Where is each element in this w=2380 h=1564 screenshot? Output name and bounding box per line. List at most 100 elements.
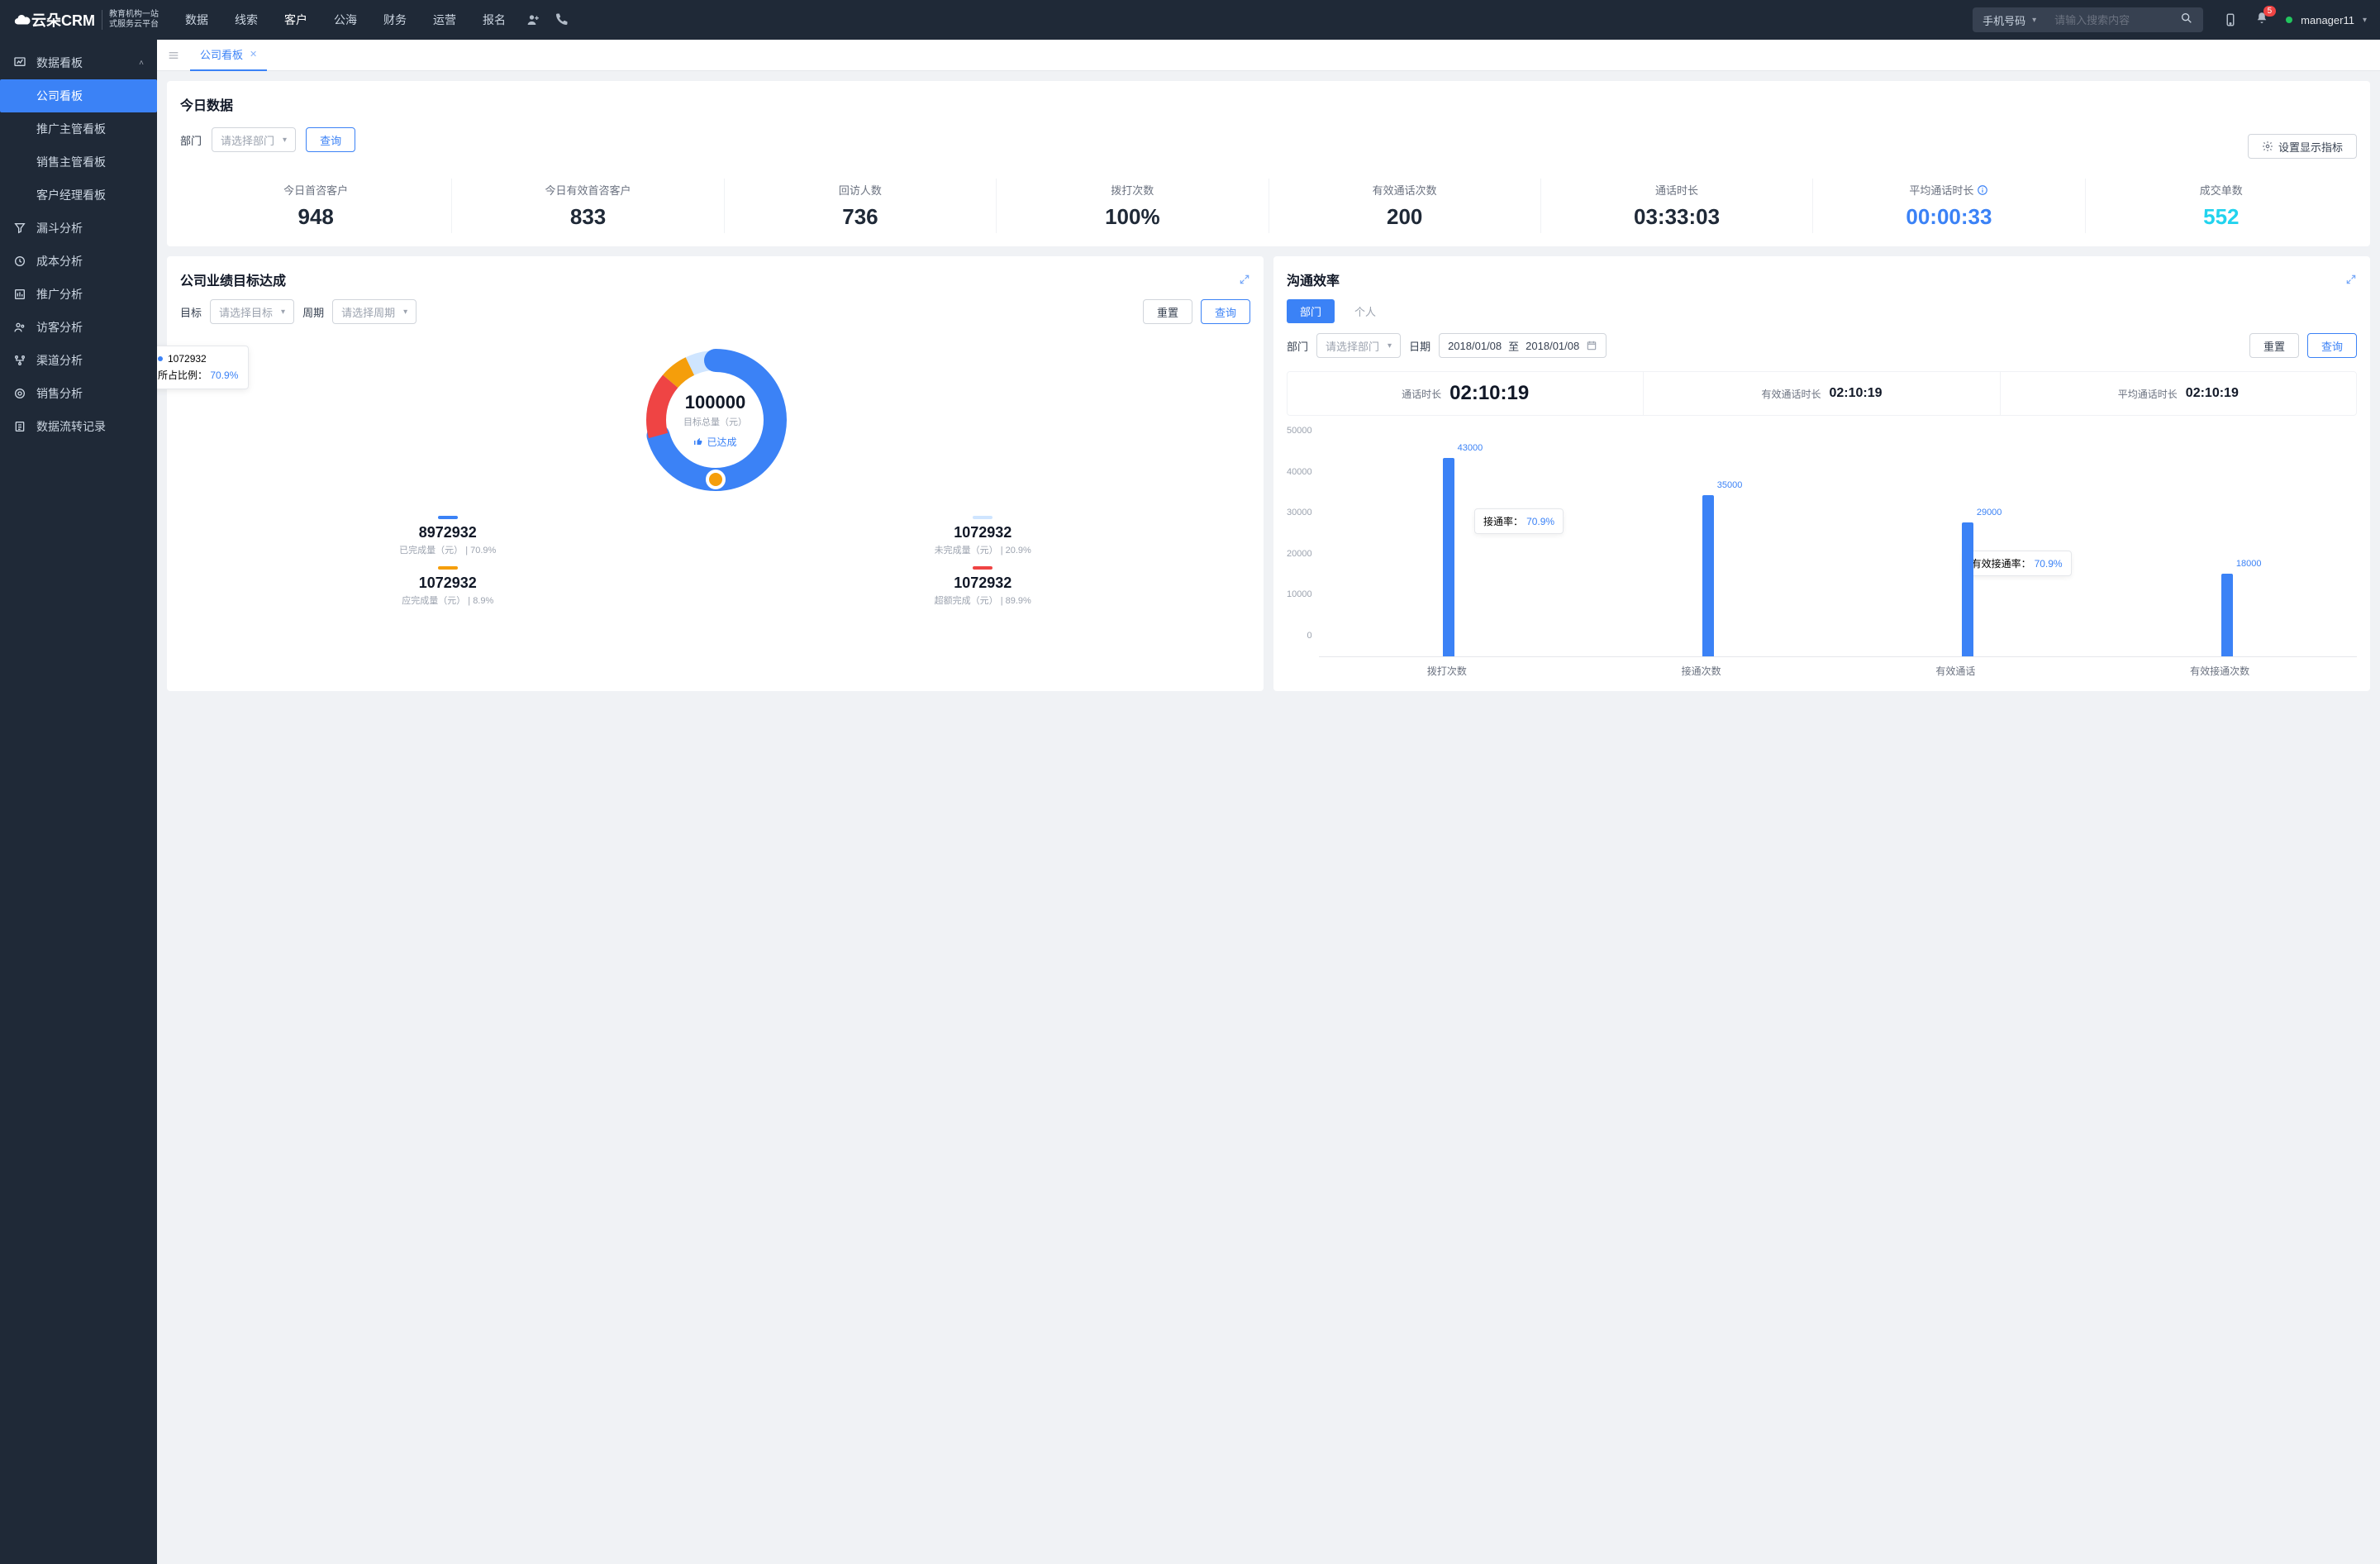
bar-group: 18000 [2221, 426, 2233, 656]
date-label: 日期 [1409, 338, 1430, 354]
legend-swatch [438, 566, 458, 570]
metric-value: 833 [452, 204, 723, 230]
notification-bell[interactable]: 5 [2254, 11, 2269, 30]
target-icon [13, 387, 26, 400]
legend-item: 1072932 应完成量（元） | 8.9% [197, 566, 699, 607]
bar-value-label: 43000 [1458, 443, 1483, 453]
bar-chart: 50000400003000020000100000 接通率：70.9% 有效接… [1287, 426, 2357, 657]
legend-swatch [973, 516, 992, 519]
logo-subtitle: 教育机构一站 式服务云平台 [102, 10, 159, 30]
bar-value-label: 29000 [1977, 508, 2002, 517]
bar: 43000 [1443, 458, 1454, 656]
nav-public[interactable]: 公海 [334, 12, 357, 28]
metric-card: 通话时长03:33:03 [1541, 179, 1813, 233]
y-axis: 50000400003000020000100000 [1287, 426, 1319, 657]
duration-value: 02:10:19 [1829, 386, 1882, 401]
search-type-select[interactable]: 手机号码 ▾ [1973, 12, 2046, 28]
target-select[interactable]: 请选择目标 ▾ [210, 299, 294, 324]
callout-connect-rate: 接通率：70.9% [1474, 508, 1564, 534]
query-button[interactable]: 查询 [1201, 299, 1250, 324]
query-button[interactable]: 查询 [2307, 333, 2357, 358]
target-label: 目标 [180, 304, 202, 320]
expand-icon[interactable] [2345, 274, 2357, 285]
metrics-row: 今日首咨客户948今日有效首咨客户833回访人数736拨打次数100%有效通话次… [180, 179, 2357, 233]
tab-company-board[interactable]: 公司看板 ✕ [190, 40, 267, 71]
nav-customers[interactable]: 客户 [284, 12, 307, 28]
period-select[interactable]: 请选择周期 ▾ [332, 299, 416, 324]
y-tick: 50000 [1287, 426, 1312, 436]
efficiency-dept-select[interactable]: 请选择部门 ▾ [1316, 333, 1401, 358]
legend-value: 8972932 [197, 524, 699, 541]
nav-enroll[interactable]: 报名 [483, 12, 506, 28]
legend-label: 已完成量（元） | 70.9% [197, 543, 699, 556]
notification-count: 5 [2263, 6, 2277, 17]
metric-label: 拨打次数 [997, 182, 1268, 198]
query-button[interactable]: 查询 [306, 127, 355, 152]
subtab-dept[interactable]: 部门 [1287, 299, 1335, 323]
sidebar-item-sales-board[interactable]: 销售主管看板 [0, 145, 157, 179]
chevron-down-icon: ▾ [2032, 16, 2036, 25]
bar-value-label: 18000 [2236, 559, 2262, 569]
metric-card: 今日有效首咨客户833 [452, 179, 724, 233]
funnel-icon [13, 222, 26, 235]
logo: 云朵CRM 教育机构一站 式服务云平台 [13, 9, 159, 31]
x-label: 拨打次数 [1427, 664, 1467, 678]
legend-swatch [438, 516, 458, 519]
subtab-personal[interactable]: 个人 [1341, 299, 1389, 323]
dept-select[interactable]: 请选择部门 ▾ [212, 127, 296, 152]
nav-leads[interactable]: 线索 [235, 12, 258, 28]
sidebar-item-promo-board[interactable]: 推广主管看板 [0, 112, 157, 145]
sidebar: 数据看板 ˄ 公司看板 推广主管看板 销售主管看板 客户经理看板 漏斗分析 成本… [0, 40, 157, 1564]
calendar-icon [1586, 340, 1597, 351]
sidebar-group-dashboard[interactable]: 数据看板 ˄ [0, 46, 157, 79]
sidebar-item-cost[interactable]: 成本分析 [0, 245, 157, 278]
duration-value: 02:10:19 [2186, 386, 2239, 401]
date-range-picker[interactable]: 2018/01/08 至 2018/01/08 [1439, 333, 1606, 358]
dept-label: 部门 [180, 132, 202, 148]
y-tick: 40000 [1287, 467, 1312, 477]
reset-button[interactable]: 重置 [1143, 299, 1192, 324]
duration-cards: 通话时长 02:10:19有效通话时长 02:10:19平均通话时长 02:10… [1287, 371, 2357, 416]
reset-button[interactable]: 重置 [2249, 333, 2299, 358]
nav-operations[interactable]: 运营 [433, 12, 456, 28]
metric-label: 成交单数 [2086, 182, 2357, 198]
gear-icon [2262, 141, 2273, 152]
chevron-down-icon: ▾ [281, 308, 285, 317]
nav-finance[interactable]: 财务 [383, 12, 407, 28]
legend-value: 1072932 [732, 575, 1235, 592]
y-tick: 0 [1287, 631, 1312, 641]
sidebar-item-funnel[interactable]: 漏斗分析 [0, 212, 157, 245]
search-icon [2180, 12, 2193, 25]
phone-icon[interactable] [554, 12, 569, 27]
callout-effective-rate: 有效接通率：70.9% [1963, 551, 2072, 576]
search-input[interactable] [2046, 14, 2170, 26]
settings-metrics-button[interactable]: 设置显示指标 [2248, 134, 2357, 159]
menu-icon[interactable] [167, 49, 180, 62]
mobile-icon[interactable] [2223, 12, 2238, 27]
chevron-down-icon: ▾ [2363, 16, 2367, 25]
log-icon [13, 420, 26, 433]
performance-title: 公司业绩目标达成 [180, 269, 286, 289]
dot-icon [158, 356, 163, 361]
sidebar-item-channel[interactable]: 渠道分析 [0, 344, 157, 377]
sidebar-item-manager-board[interactable]: 客户经理看板 [0, 179, 157, 212]
sidebar-item-company-board[interactable]: 公司看板 [0, 79, 157, 112]
close-icon[interactable]: ✕ [250, 49, 257, 60]
sidebar-item-flow-log[interactable]: 数据流转记录 [0, 410, 157, 443]
metric-value: 736 [725, 204, 996, 230]
add-user-icon[interactable] [526, 12, 540, 27]
expand-icon[interactable] [1239, 274, 1250, 285]
user-menu[interactable]: manager11 ▾ [2286, 14, 2367, 26]
sidebar-item-visitor[interactable]: 访客分析 [0, 311, 157, 344]
nav-data[interactable]: 数据 [185, 12, 208, 28]
chevron-down-icon: ▾ [1388, 341, 1392, 350]
donut-legend: 8972932 已完成量（元） | 70.9% 1072932 未完成量（元） … [180, 516, 1250, 607]
today-panel: 今日数据 部门 请选择部门 ▾ 查询 设 [167, 81, 2370, 246]
metric-value: 00:00:33 [1813, 204, 2084, 230]
metric-card: 拨打次数100% [997, 179, 1269, 233]
app-header: 云朵CRM 教育机构一站 式服务云平台 数据 线索 客户 公海 财务 运营 报名… [0, 0, 2380, 40]
sidebar-item-promotion[interactable]: 推广分析 [0, 278, 157, 311]
sidebar-item-sales[interactable]: 销售分析 [0, 377, 157, 410]
legend-value: 1072932 [197, 575, 699, 592]
search-button[interactable] [2170, 12, 2203, 29]
